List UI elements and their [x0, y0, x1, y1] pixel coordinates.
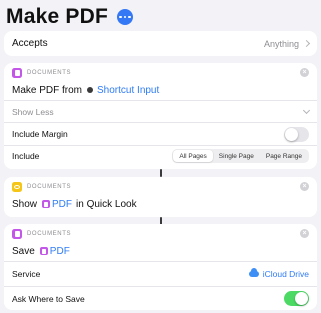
- include-row: Include All Pages Single Page Page Range: [4, 145, 317, 166]
- page-title: Make PDF: [6, 5, 108, 28]
- documents-icon: [12, 228, 22, 239]
- action-category: DOCUMENTS: [27, 69, 72, 76]
- shortcut-input-icon: [87, 87, 94, 93]
- segment-all-pages[interactable]: All Pages: [173, 150, 213, 162]
- action-title: Show: [12, 198, 38, 210]
- ask-where-label: Ask Where to Save: [12, 293, 85, 304]
- action-title: Save: [12, 245, 35, 257]
- show-less-label: Show Less: [12, 106, 54, 117]
- chevron-down-icon: [302, 106, 311, 114]
- remove-action-icon[interactable]: ×: [300, 182, 309, 191]
- accepts-row[interactable]: Accepts Anything: [4, 31, 317, 56]
- service-picker[interactable]: iCloud Drive: [248, 268, 309, 279]
- include-label: Include: [12, 151, 40, 161]
- include-margin-row: Include Margin: [4, 122, 317, 145]
- service-label: Service: [12, 269, 41, 279]
- include-segmented-control[interactable]: All Pages Single Page Page Range: [172, 149, 309, 163]
- quick-look-action-card[interactable]: DOCUMENTS × Show PDF in Quick Look: [4, 177, 317, 217]
- action-category: DOCUMENTS: [27, 230, 72, 237]
- action-suffix: in Quick Look: [76, 198, 137, 210]
- icloud-icon: [248, 268, 259, 277]
- service-value: iCloud Drive: [262, 269, 309, 279]
- pdf-document-icon: [39, 247, 48, 255]
- pdf-document-icon: [42, 200, 51, 208]
- remove-action-icon[interactable]: ×: [300, 229, 309, 238]
- remove-action-icon[interactable]: ×: [300, 68, 309, 77]
- action-category: DOCUMENTS: [27, 183, 72, 190]
- documents-icon: [12, 67, 22, 78]
- save-action-card[interactable]: DOCUMENTS × Save PDF Service iCloud Driv…: [4, 224, 317, 310]
- accepts-label: Accepts: [12, 38, 48, 49]
- action-connector: [160, 169, 162, 177]
- ask-where-row: Ask Where to Save: [4, 286, 317, 310]
- accepts-value: Anything: [263, 38, 299, 49]
- include-margin-label: Include Margin: [12, 129, 68, 139]
- show-less-row[interactable]: Show Less: [4, 100, 317, 122]
- action-title: Make PDF from: [12, 84, 83, 96]
- segment-page-range[interactable]: Page Range: [260, 150, 308, 162]
- pdf-variable-token[interactable]: PDF: [39, 246, 70, 257]
- quick-look-icon: [12, 181, 22, 192]
- chevron-right-icon: [302, 39, 311, 48]
- header: Make PDF: [6, 4, 133, 30]
- ellipsis-circle-icon[interactable]: [116, 9, 133, 25]
- segment-single-page[interactable]: Single Page: [213, 150, 260, 162]
- ask-where-toggle[interactable]: [284, 291, 309, 306]
- include-margin-toggle[interactable]: [284, 126, 309, 142]
- service-row[interactable]: Service iCloud Drive: [4, 261, 317, 286]
- pdf-variable-token[interactable]: PDF: [42, 199, 72, 210]
- shortcut-input-token[interactable]: Shortcut Input: [87, 85, 159, 96]
- make-pdf-action-card[interactable]: DOCUMENTS × Make PDF from Shortcut Input…: [4, 63, 317, 169]
